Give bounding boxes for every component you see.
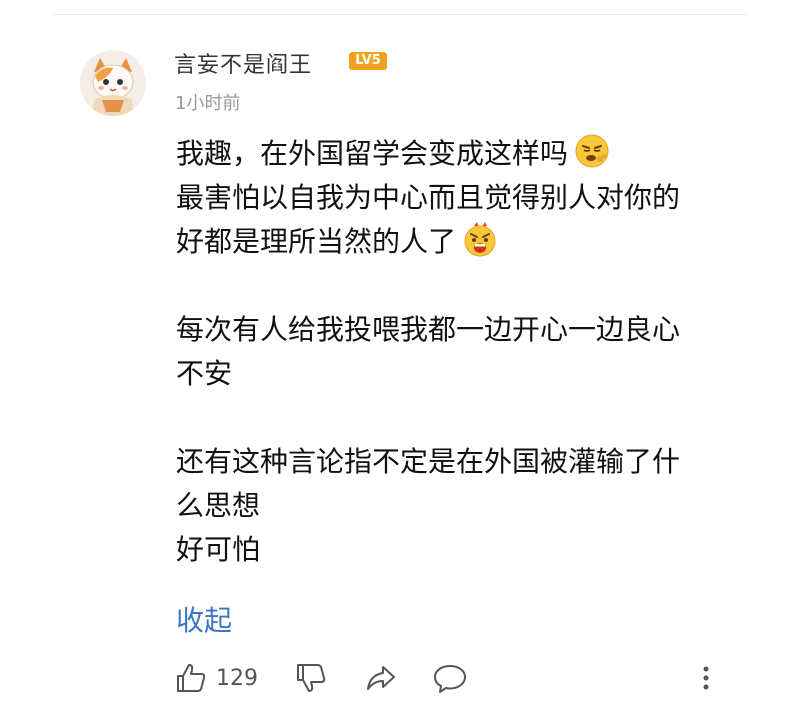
level-badge: LV5 bbox=[349, 52, 387, 70]
spitting-face-emoji-icon bbox=[575, 134, 609, 168]
thumbs-up-icon bbox=[177, 664, 206, 692]
comment-line: 么思想 bbox=[176, 489, 261, 522]
share-arrow-icon bbox=[367, 666, 395, 690]
dislike-button[interactable] bbox=[294, 658, 328, 698]
angry-shouting-emoji-icon bbox=[464, 222, 496, 257]
comment-line: 我趣，在外国留学会变成这样吗 bbox=[176, 132, 736, 176]
more-button[interactable] bbox=[698, 658, 714, 698]
thumbs-down-icon bbox=[297, 664, 326, 692]
more-vertical-icon bbox=[703, 666, 709, 690]
comment-line: 每次有人给我投喂我都一边开心一边良心 bbox=[176, 313, 681, 346]
username[interactable]: 言妄不是阎王 bbox=[174, 47, 312, 79]
comment-line: 好可怕 bbox=[176, 533, 261, 566]
comment-line: 最害怕以自我为中心而且觉得别人对你的 bbox=[176, 181, 681, 214]
comment-line: 好都是理所当然的人了 bbox=[176, 220, 736, 264]
comment-body: 我趣，在外国留学会变成这样吗 最害怕以自我为中心而且觉得别人对你的 好都是理所当… bbox=[176, 132, 736, 572]
like-count: 129 bbox=[216, 665, 258, 691]
top-divider bbox=[50, 14, 750, 15]
cartoon-cat-avatar-icon bbox=[80, 50, 146, 116]
comment-line: 不安 bbox=[176, 357, 233, 390]
comment-actions: 129 bbox=[170, 658, 730, 698]
share-button[interactable] bbox=[364, 658, 398, 698]
avatar[interactable] bbox=[80, 50, 146, 116]
comment-bubble-icon bbox=[434, 665, 466, 693]
collapse-link[interactable]: 收起 bbox=[176, 599, 232, 639]
like-button[interactable]: 129 bbox=[174, 658, 258, 698]
timestamp: 1小时前 bbox=[175, 93, 241, 114]
comment-line: 还有这种言论指不定是在外国被灌输了什 bbox=[176, 445, 681, 478]
reply-button[interactable] bbox=[432, 658, 468, 698]
